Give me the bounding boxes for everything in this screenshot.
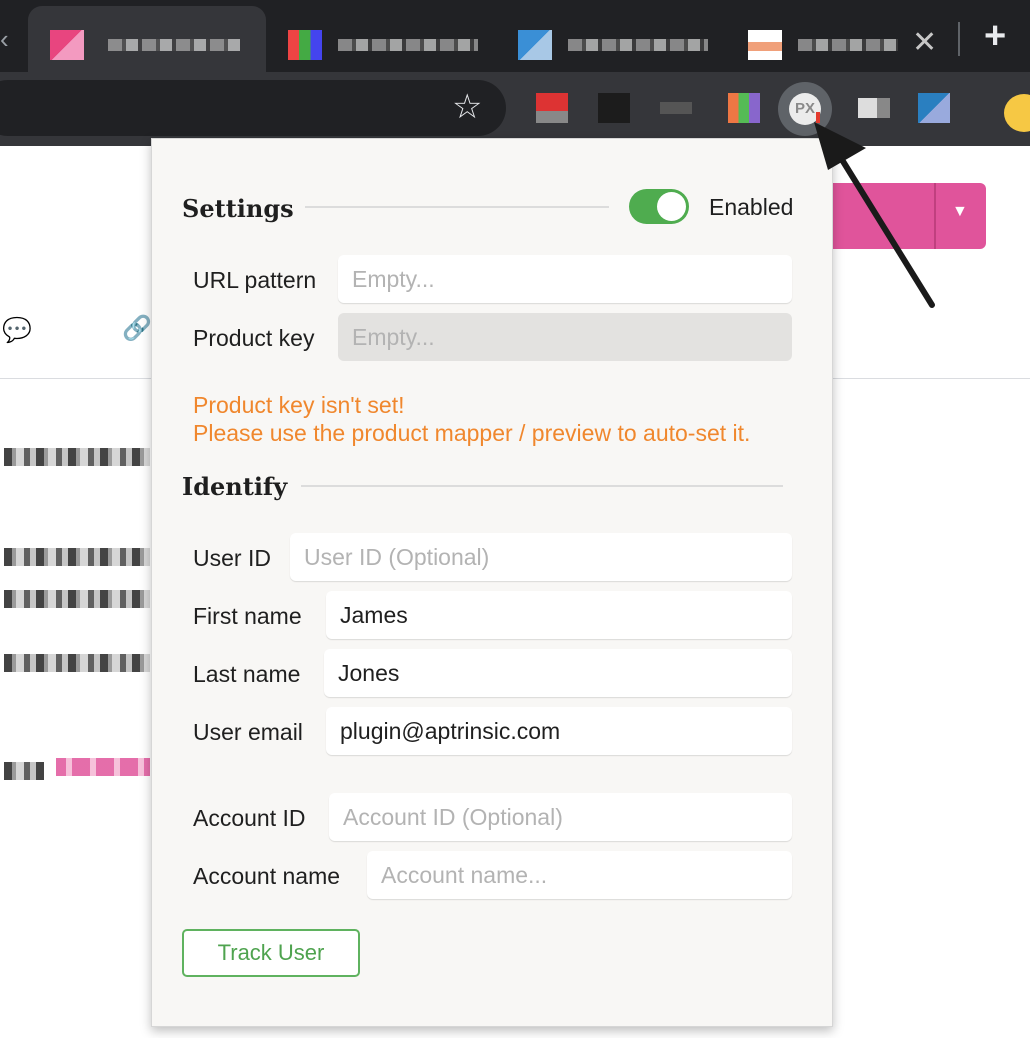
annotation-arrow [814,122,935,308]
